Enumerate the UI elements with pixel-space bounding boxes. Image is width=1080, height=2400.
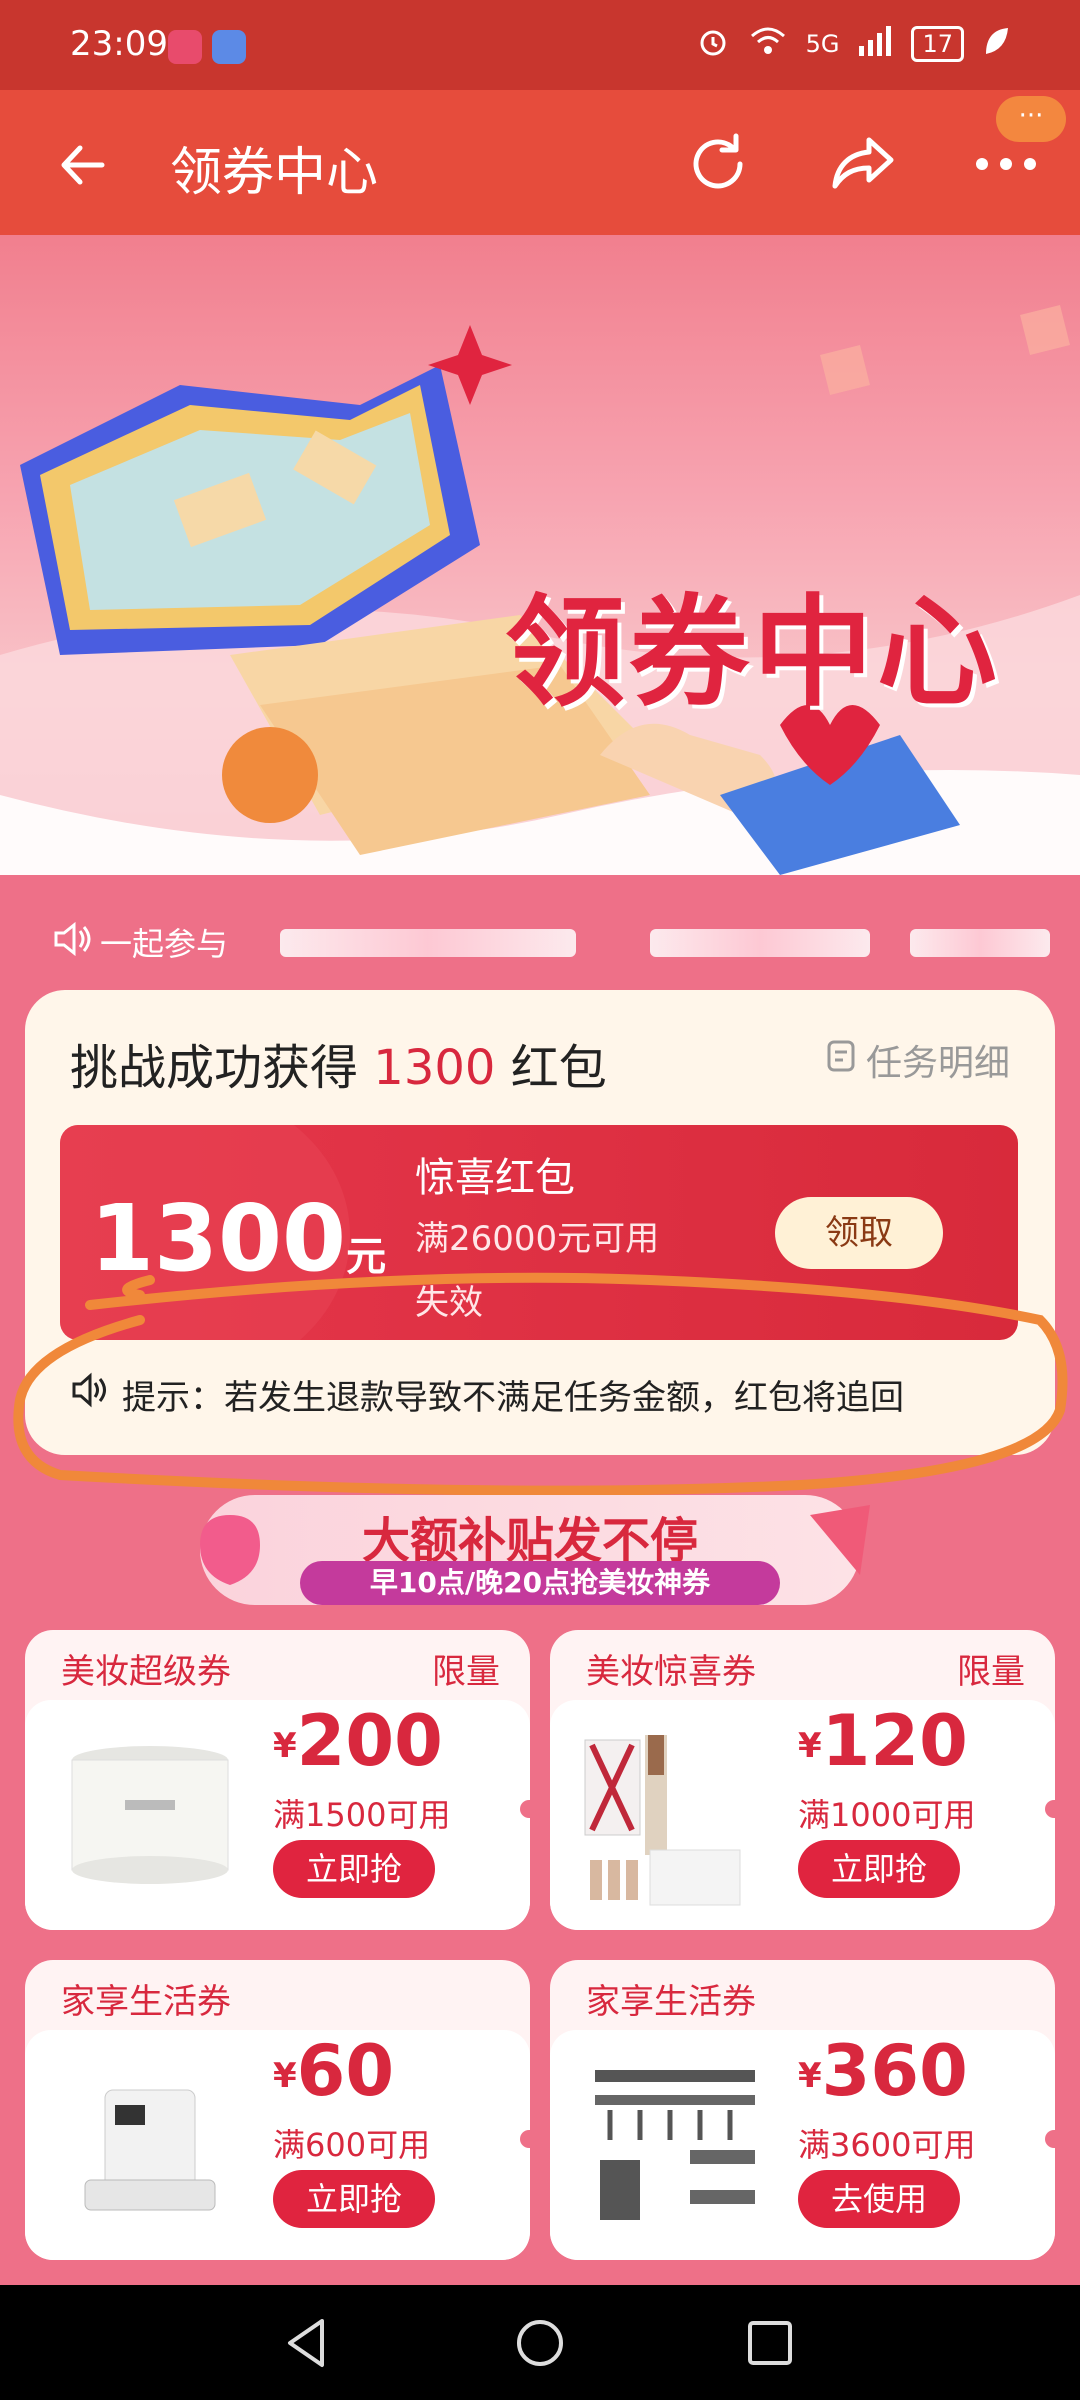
currency-symbol: ¥ xyxy=(273,1725,297,1766)
tile-body: ¥360 满3600可用 去使用 xyxy=(550,2030,1055,2260)
tile-condition: 满1500可用 xyxy=(273,1796,451,1834)
challenge-headline: 挑战成功获得 1300 红包 xyxy=(70,1028,607,1098)
coupon-tile[interactable]: 美妆惊喜券 限量 ¥120 满1000可用 立即抢 xyxy=(550,1630,1055,1930)
nav-home-icon[interactable] xyxy=(510,2313,570,2373)
price-value: 60 xyxy=(296,2030,395,2112)
subsidy-banner[interactable]: 大额补贴发不停 早10点/晚20点抢美妆神券 xyxy=(200,1495,880,1615)
grab-button[interactable]: 立即抢 xyxy=(273,1840,435,1898)
status-bar: 23:09 5G 17 xyxy=(0,0,1080,90)
task-detail-label: 任务明细 xyxy=(865,1043,1010,1084)
system-nav-bar xyxy=(0,2285,1080,2400)
tile-body: ¥200 满1500可用 立即抢 xyxy=(25,1700,530,1930)
weather-icon xyxy=(212,30,246,64)
clock: 23:09 xyxy=(70,24,168,64)
claim-button[interactable]: 领取 xyxy=(775,1197,943,1269)
limited-badge: 限量 xyxy=(432,1652,500,1692)
tile-price: ¥120 xyxy=(798,1700,968,1782)
blurred-username xyxy=(910,929,1050,957)
tile-name: 家享生活券 xyxy=(61,1982,231,2022)
signal-icon xyxy=(857,24,893,64)
leaf-icon xyxy=(982,24,1010,64)
currency-symbol: ¥ xyxy=(798,2055,822,2096)
network-type: 5G xyxy=(805,30,840,58)
app-bar: 领券中心 ··· xyxy=(0,90,1080,235)
tile-name: 美妆超级券 xyxy=(61,1652,231,1692)
flower-icon xyxy=(200,1515,260,1585)
refresh-icon[interactable] xyxy=(680,126,756,202)
coupon-amount-value: 1300 xyxy=(90,1185,347,1292)
banner-title: 领券中心 xyxy=(505,584,1001,723)
coupon-amount-unit: 元 xyxy=(346,1234,387,1280)
tile-name: 美妆惊喜券 xyxy=(586,1652,756,1692)
tile-body: ¥60 满600可用 立即抢 xyxy=(25,2030,530,2260)
battery-indicator: 17 xyxy=(911,26,964,62)
price-value: 360 xyxy=(821,2030,968,2112)
task-detail-link[interactable]: 任务明细 xyxy=(826,1034,1010,1086)
document-icon xyxy=(826,1039,856,1082)
limited-badge: 限量 xyxy=(957,1652,1025,1692)
price-value: 120 xyxy=(821,1700,968,1782)
coupon-tile[interactable]: 家享生活券 ¥360 满3600可用 去使用 xyxy=(550,1960,1055,2260)
price-value: 200 xyxy=(296,1700,443,1782)
cream-jar-image xyxy=(71,1746,229,1884)
red-packet-coupon: 1300元 惊喜红包 满26000元可用 失效 领取 xyxy=(60,1125,1018,1340)
challenge-card: 挑战成功获得 1300 红包 任务明细 1300元 惊喜红包 满26000元可用… xyxy=(25,990,1055,1455)
headline-amount: 1300 xyxy=(373,1040,496,1096)
grab-button[interactable]: 立即抢 xyxy=(273,2170,435,2228)
currency-symbol: ¥ xyxy=(798,1725,822,1766)
use-button[interactable]: 去使用 xyxy=(798,2170,960,2228)
tile-condition: 满3600可用 xyxy=(798,2126,976,2164)
tile-condition: 满1000可用 xyxy=(798,1796,976,1834)
tile-name: 家享生活券 xyxy=(586,1982,756,2022)
wifi-icon xyxy=(748,24,788,64)
tile-body: ¥120 满1000可用 立即抢 xyxy=(550,1700,1055,1930)
tile-price: ¥60 xyxy=(273,2030,394,2112)
currency-symbol: ¥ xyxy=(273,2055,297,2096)
tile-price: ¥360 xyxy=(798,2030,968,2112)
blurred-username xyxy=(280,929,576,957)
notification-app-icon xyxy=(168,30,202,64)
back-arrow-icon[interactable] xyxy=(50,130,120,200)
coupon-tile[interactable]: 美妆超级券 限量 ¥200 满1500可用 立即抢 xyxy=(25,1630,530,1930)
headline-suffix: 红包 xyxy=(510,1040,607,1096)
nav-recents-icon[interactable] xyxy=(740,2313,800,2373)
coupon-condition: 满26000元可用 xyxy=(415,1219,660,1259)
robot-vacuum-image xyxy=(84,2089,216,2211)
coupon-name: 惊喜红包 xyxy=(415,1155,575,1201)
share-icon[interactable] xyxy=(825,126,901,202)
tile-condition: 满600可用 xyxy=(273,2126,431,2164)
tile-price: ¥200 xyxy=(273,1700,443,1782)
participants-marquee: 一起参与 xyxy=(0,905,1080,975)
speaker-icon xyxy=(70,1372,110,1417)
blurred-username xyxy=(650,929,870,957)
headline-prefix: 挑战成功获得 xyxy=(70,1040,359,1096)
hero-banner: 领券中心 xyxy=(0,235,1080,875)
tip-text: 提示：若发生退款导致不满足任务金额，红包将追回 xyxy=(122,1378,904,1418)
coupon-expire: 失效 xyxy=(415,1283,483,1323)
marquee-label: 一起参与 xyxy=(100,925,229,963)
grab-button[interactable]: 立即抢 xyxy=(798,1840,960,1898)
skincare-set-image xyxy=(584,1735,741,1906)
refund-tip: 提示：若发生退款导致不满足任务金额，红包将追回 xyxy=(70,1370,904,1419)
coupon-tile[interactable]: 家享生活券 ¥60 满600可用 立即抢 xyxy=(25,1960,530,2260)
more-menu-badge[interactable]: ··· xyxy=(996,96,1066,142)
page-title: 领券中心 xyxy=(170,143,379,203)
speaker-icon xyxy=(50,917,94,961)
nav-back-icon[interactable] xyxy=(278,2313,338,2373)
subsidy-subtitle: 早10点/晚20点抢美妆神券 xyxy=(300,1561,780,1605)
coupon-amount: 1300元 xyxy=(90,1185,386,1292)
alarm-icon xyxy=(696,24,730,64)
gift-icon xyxy=(810,1505,870,1575)
bathroom-rack-image xyxy=(595,2070,755,2220)
